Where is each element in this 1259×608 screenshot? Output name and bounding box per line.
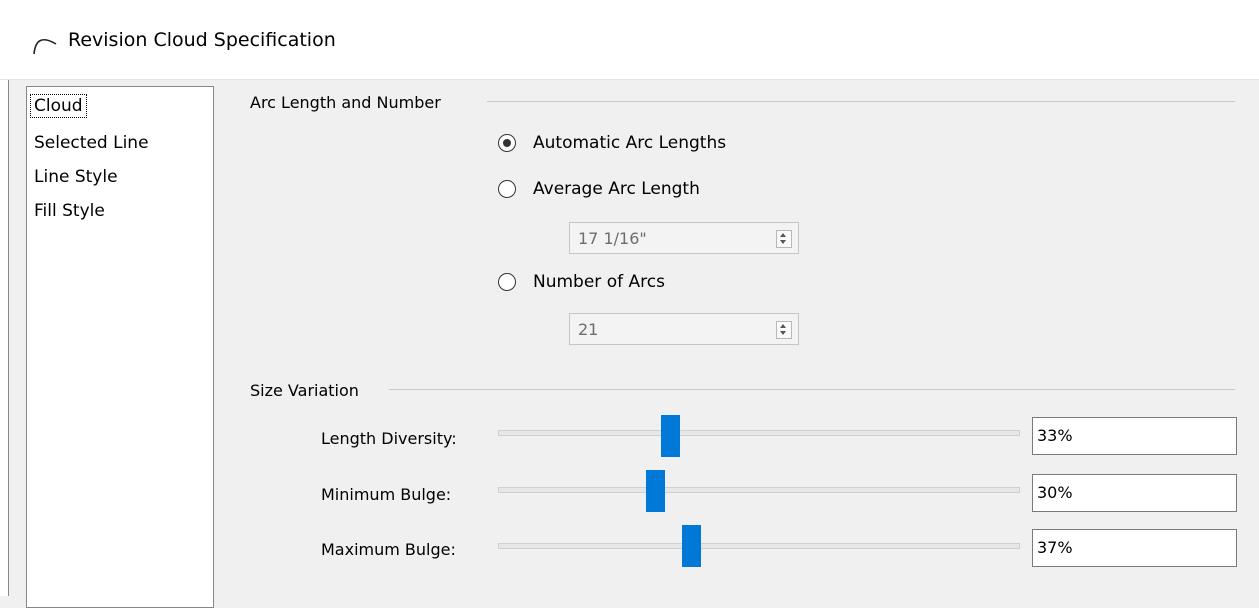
maximum-bulge-label: Maximum Bulge: [321, 540, 456, 559]
maximum-bulge-track[interactable] [498, 543, 1020, 549]
average-arc-length-stepper[interactable]: 17 1/16" [569, 222, 799, 254]
window-edge [0, 80, 9, 596]
length-diversity-track[interactable] [498, 430, 1020, 436]
average-arc-length-value: 17 1/16" [578, 229, 647, 248]
title-bar: Revision Cloud Specification [0, 0, 1259, 80]
number-of-arcs-label: Number of Arcs [533, 272, 665, 292]
maximum-bulge-thumb[interactable] [682, 525, 702, 567]
arc-section-title: Arc Length and Number [250, 93, 441, 112]
nav-item-cloud[interactable]: Cloud [30, 94, 87, 118]
nav-item-selected-line[interactable]: Selected Line [31, 132, 152, 154]
nav-item-fill-style[interactable]: Fill Style [31, 200, 108, 222]
radio-checked-icon [498, 134, 516, 152]
size-section-title: Size Variation [250, 381, 359, 400]
arc-icon [33, 38, 57, 55]
minimum-bulge-label: Minimum Bulge: [321, 485, 452, 504]
arc-section-divider [487, 101, 1235, 102]
spin-arrows-icon[interactable] [776, 321, 792, 339]
automatic-arc-lengths-radio[interactable]: Automatic Arc Lengths [498, 133, 726, 153]
size-section-divider [389, 389, 1235, 390]
maximum-bulge-field[interactable]: 37% [1032, 529, 1237, 567]
minimum-bulge-thumb[interactable] [645, 470, 665, 512]
number-of-arcs-value: 21 [578, 320, 599, 339]
length-diversity-thumb[interactable] [661, 415, 681, 457]
window-title: Revision Cloud Specification [68, 29, 336, 51]
radio-unchecked-icon [498, 180, 516, 198]
minimum-bulge-track[interactable] [498, 487, 1020, 493]
length-diversity-label: Length Diversity: [321, 429, 457, 448]
spin-arrows-icon[interactable] [776, 230, 792, 248]
average-arc-length-label: Average Arc Length [533, 179, 700, 199]
average-arc-length-radio[interactable]: Average Arc Length [498, 179, 700, 199]
nav-item-line-style[interactable]: Line Style [31, 166, 121, 188]
minimum-bulge-field[interactable]: 30% [1032, 474, 1237, 512]
number-of-arcs-radio[interactable]: Number of Arcs [498, 272, 665, 292]
length-diversity-field[interactable]: 33% [1032, 417, 1237, 455]
number-of-arcs-stepper[interactable]: 21 [569, 313, 799, 345]
category-list[interactable]: Cloud Selected Line Line Style Fill Styl… [26, 86, 214, 608]
automatic-arc-lengths-label: Automatic Arc Lengths [533, 133, 727, 153]
radio-unchecked-icon [498, 273, 516, 291]
